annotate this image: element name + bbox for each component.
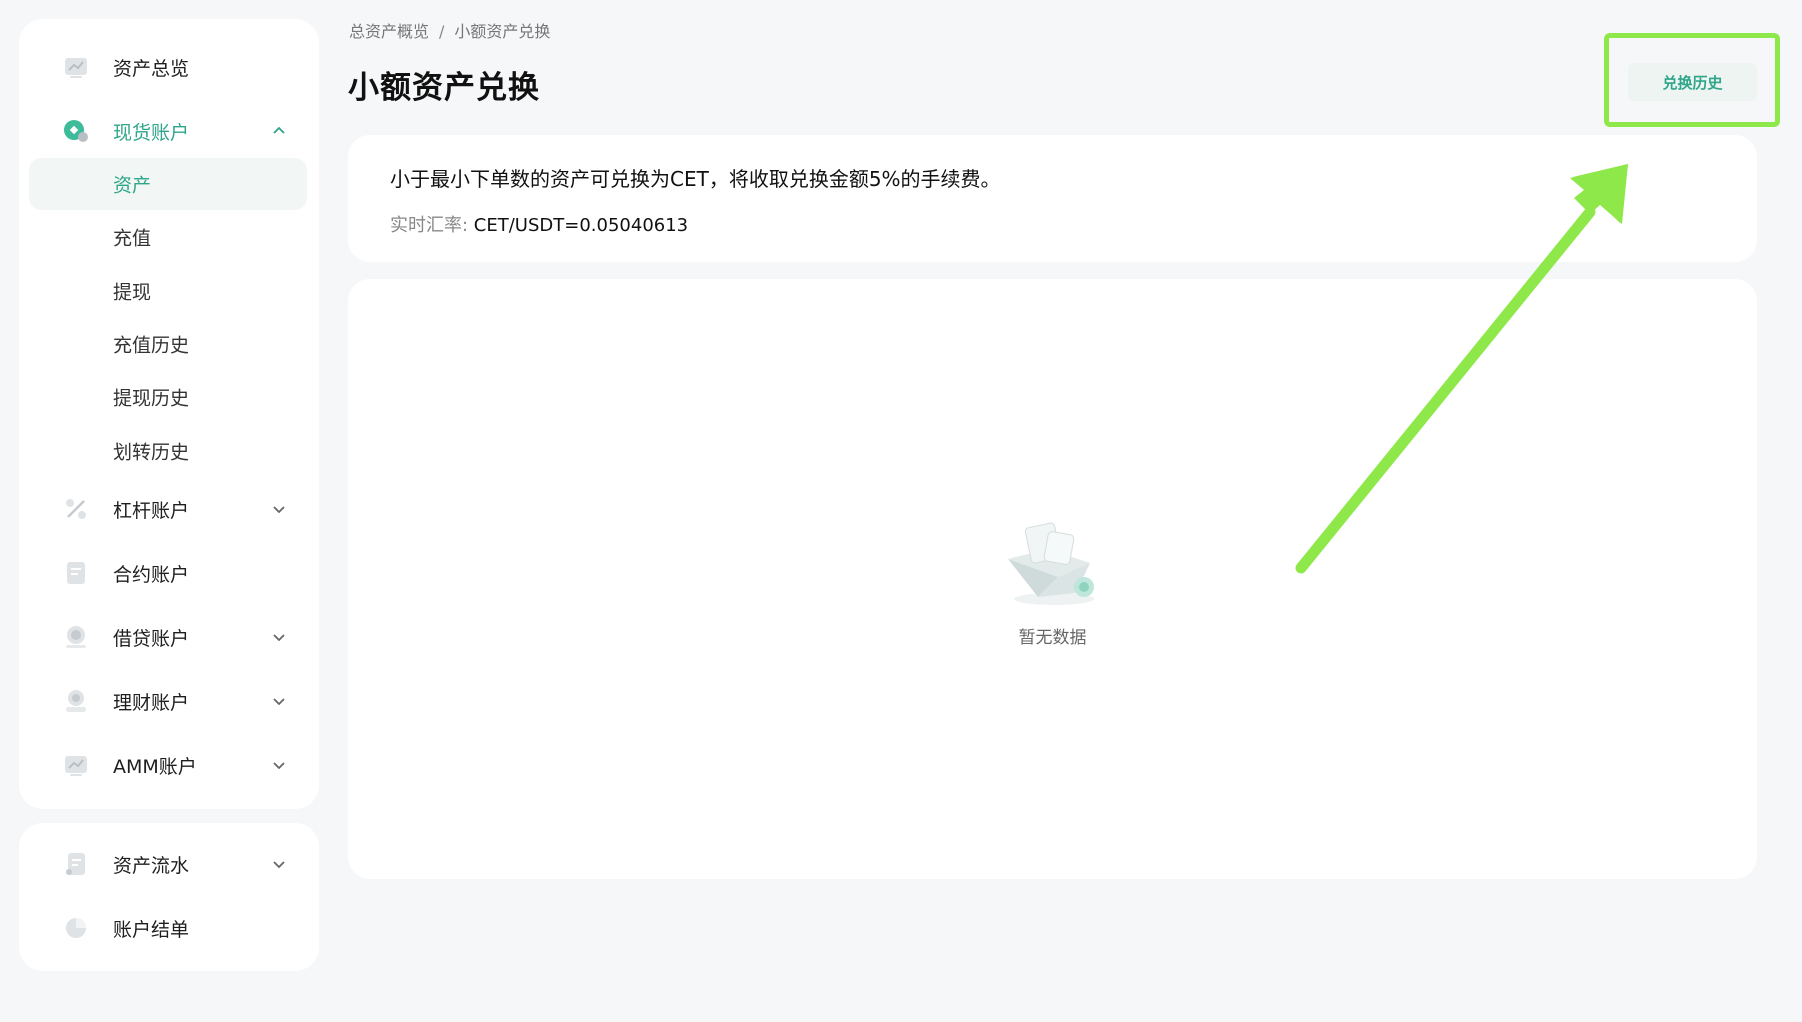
breadcrumb-root-link[interactable]: 总资产概览 <box>349 18 429 42</box>
chevron-down-icon[interactable] <box>271 856 287 872</box>
sidebar-subitem-label: 提现 <box>113 281 152 304</box>
pie-icon <box>66 918 86 938</box>
sidebar-nav-panel: 资产总览 现货账户 资产 充值 提现 充值历史 提现历史 划转历史 杠杆账户 合… <box>19 19 319 809</box>
rate-label: 实时汇率: <box>390 215 474 236</box>
sidebar-subitem-transfer-history[interactable]: 划转历史 <box>29 425 307 477</box>
percent-icon <box>66 499 86 519</box>
finance-coin-icon <box>66 690 86 712</box>
chevron-up-icon[interactable] <box>271 123 287 139</box>
sidebar-item-label: 杠杆账户 <box>113 499 190 522</box>
loan-coin-icon <box>66 626 86 648</box>
sidebar-item-label: 资产流水 <box>113 854 190 877</box>
sidebar-subitem-deposit[interactable]: 充值 <box>29 211 307 263</box>
sidebar-item-label: 理财账户 <box>113 691 190 714</box>
sidebar-item-spot[interactable]: 现货账户 <box>29 105 307 157</box>
sidebar-item-flow[interactable]: 资产流水 <box>29 838 307 890</box>
amm-chart-icon <box>65 756 87 776</box>
chevron-down-icon[interactable] <box>271 629 287 645</box>
sidebar-item-amm[interactable]: AMM账户 <box>29 739 307 791</box>
sidebar-item-futures[interactable]: 合约账户 <box>29 547 307 599</box>
sidebar-item-label: 借贷账户 <box>113 627 190 650</box>
sidebar-item-label: AMM账户 <box>113 755 197 778</box>
empty-box-icon <box>1008 522 1094 605</box>
ledger-icon <box>66 853 85 875</box>
sidebar-flow-panel: 资产流水 账户结单 <box>19 823 319 971</box>
overview-chart-icon <box>65 58 87 78</box>
info-card: 小于最小下单数的资产可兑换为CET，将收取兑换金额5%的手续费。 实时汇率: C… <box>348 135 1757 262</box>
sidebar-subitem-label: 提现历史 <box>113 387 190 410</box>
exchange-history-button[interactable]: 兑换历史 <box>1628 63 1757 101</box>
sidebar-item-margin[interactable]: 杠杆账户 <box>29 483 307 535</box>
spot-coin-icon <box>64 120 88 142</box>
page-title: 小额资产兑换 <box>348 70 540 106</box>
breadcrumb: 总资产概览 / 小额资产兑换 <box>349 18 550 42</box>
empty-state-card: 暂无数据 <box>348 279 1757 879</box>
empty-state-text: 暂无数据 <box>1018 628 1087 648</box>
sidebar-subitem-label: 资产 <box>113 174 152 197</box>
sidebar-item-finance[interactable]: 理财账户 <box>29 675 307 727</box>
sidebar-item-label: 账户结单 <box>113 918 190 941</box>
sidebar-item-label: 现货账户 <box>113 121 190 144</box>
breadcrumb-separator: / <box>439 22 445 41</box>
sidebar-subitem-withdraw-history[interactable]: 提现历史 <box>29 371 307 423</box>
rate-value: CET/USDT=0.05040613 <box>473 215 689 236</box>
chevron-down-icon[interactable] <box>271 757 287 773</box>
sidebar-subitem-assets[interactable]: 资产 <box>29 158 307 210</box>
sidebar-item-statement[interactable]: 账户结单 <box>29 902 307 954</box>
breadcrumb-current: 小额资产兑换 <box>454 22 551 41</box>
exchange-notice-text: 小于最小下单数的资产可兑换为CET，将收取兑换金额5%的手续费。 <box>390 167 1001 191</box>
sidebar-subitem-label: 划转历史 <box>113 441 190 464</box>
sidebar-subitem-label: 充值历史 <box>113 334 190 357</box>
sidebar-subitem-label: 充值 <box>113 227 152 250</box>
sidebar-item-overview[interactable]: 资产总览 <box>29 41 307 93</box>
rate-line: 实时汇率: CET/USDT=0.05040613 <box>390 211 688 237</box>
chevron-down-icon[interactable] <box>271 501 287 517</box>
sidebar-subitem-withdraw[interactable]: 提现 <box>29 265 307 317</box>
sidebar-item-label: 资产总览 <box>113 57 190 80</box>
sidebar-subitem-deposit-history[interactable]: 充值历史 <box>29 318 307 370</box>
sidebar-item-loan[interactable]: 借贷账户 <box>29 611 307 663</box>
chevron-down-icon[interactable] <box>271 693 287 709</box>
document-icon <box>67 562 85 584</box>
sidebar-item-label: 合约账户 <box>113 563 190 586</box>
